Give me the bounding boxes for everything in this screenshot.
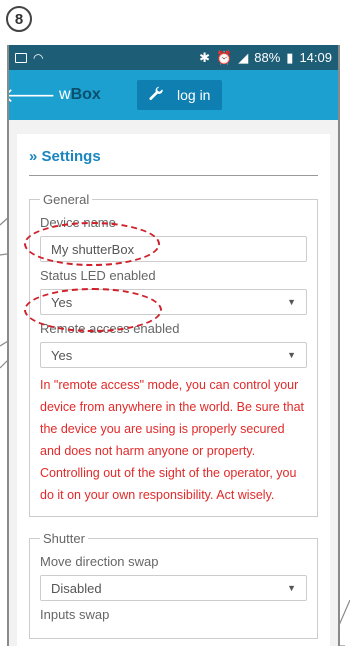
status-led-label: Status LED enabled <box>40 268 156 283</box>
battery-percent: 88% <box>254 50 281 65</box>
inputs-swap-label: Inputs swap <box>40 607 110 622</box>
alarm-icon: ⏰ <box>216 49 233 65</box>
content-area: » Settings General Device name My shutte… <box>9 120 338 646</box>
wifi-icon: ◠ <box>33 50 44 65</box>
remote-access-value: Yes <box>51 347 73 363</box>
callout-status-led <box>24 288 162 332</box>
battery-icon: ▮ <box>286 49 294 65</box>
dropdown-arrow-icon: ▼ <box>287 583 296 593</box>
remote-access-warning: In "remote access" mode, you can control… <box>40 378 305 502</box>
clock: 14:09 <box>299 50 332 65</box>
move-direction-select[interactable]: Disabled ▼ <box>40 575 307 601</box>
phone-screen: ◠ ✱ ⏰ ◢ 88% ▮ 14:09 🡐 wBox log in » Sett… <box>7 45 340 646</box>
back-arrow-icon[interactable]: 🡐 <box>9 70 56 120</box>
move-direction-value: Disabled <box>51 580 102 596</box>
bluetooth-icon: ✱ <box>199 49 211 65</box>
app-bar: 🡐 wBox log in <box>9 70 338 120</box>
login-label: log in <box>177 87 211 103</box>
callout-device-name <box>24 222 160 266</box>
app-logo: wBox <box>59 86 101 103</box>
signal-icon: ◢ <box>238 49 249 65</box>
dropdown-arrow-icon: ▼ <box>287 350 296 360</box>
status-bar: ◠ ✱ ⏰ ◢ 88% ▮ 14:09 <box>9 45 338 70</box>
wrench-icon <box>149 86 163 101</box>
shutter-group: Shutter Move direction swap Disabled ▼ I… <box>29 531 318 639</box>
shutter-legend: Shutter <box>43 531 85 546</box>
login-button[interactable]: log in <box>137 80 223 110</box>
remote-access-select[interactable]: Yes ▼ <box>40 342 307 368</box>
settings-card: » Settings General Device name My shutte… <box>17 134 330 646</box>
move-direction-label: Move direction swap <box>40 554 159 569</box>
dropdown-arrow-icon: ▼ <box>287 297 296 307</box>
image-icon <box>15 52 27 63</box>
settings-title: » Settings <box>29 148 318 176</box>
general-legend: General <box>43 192 90 207</box>
